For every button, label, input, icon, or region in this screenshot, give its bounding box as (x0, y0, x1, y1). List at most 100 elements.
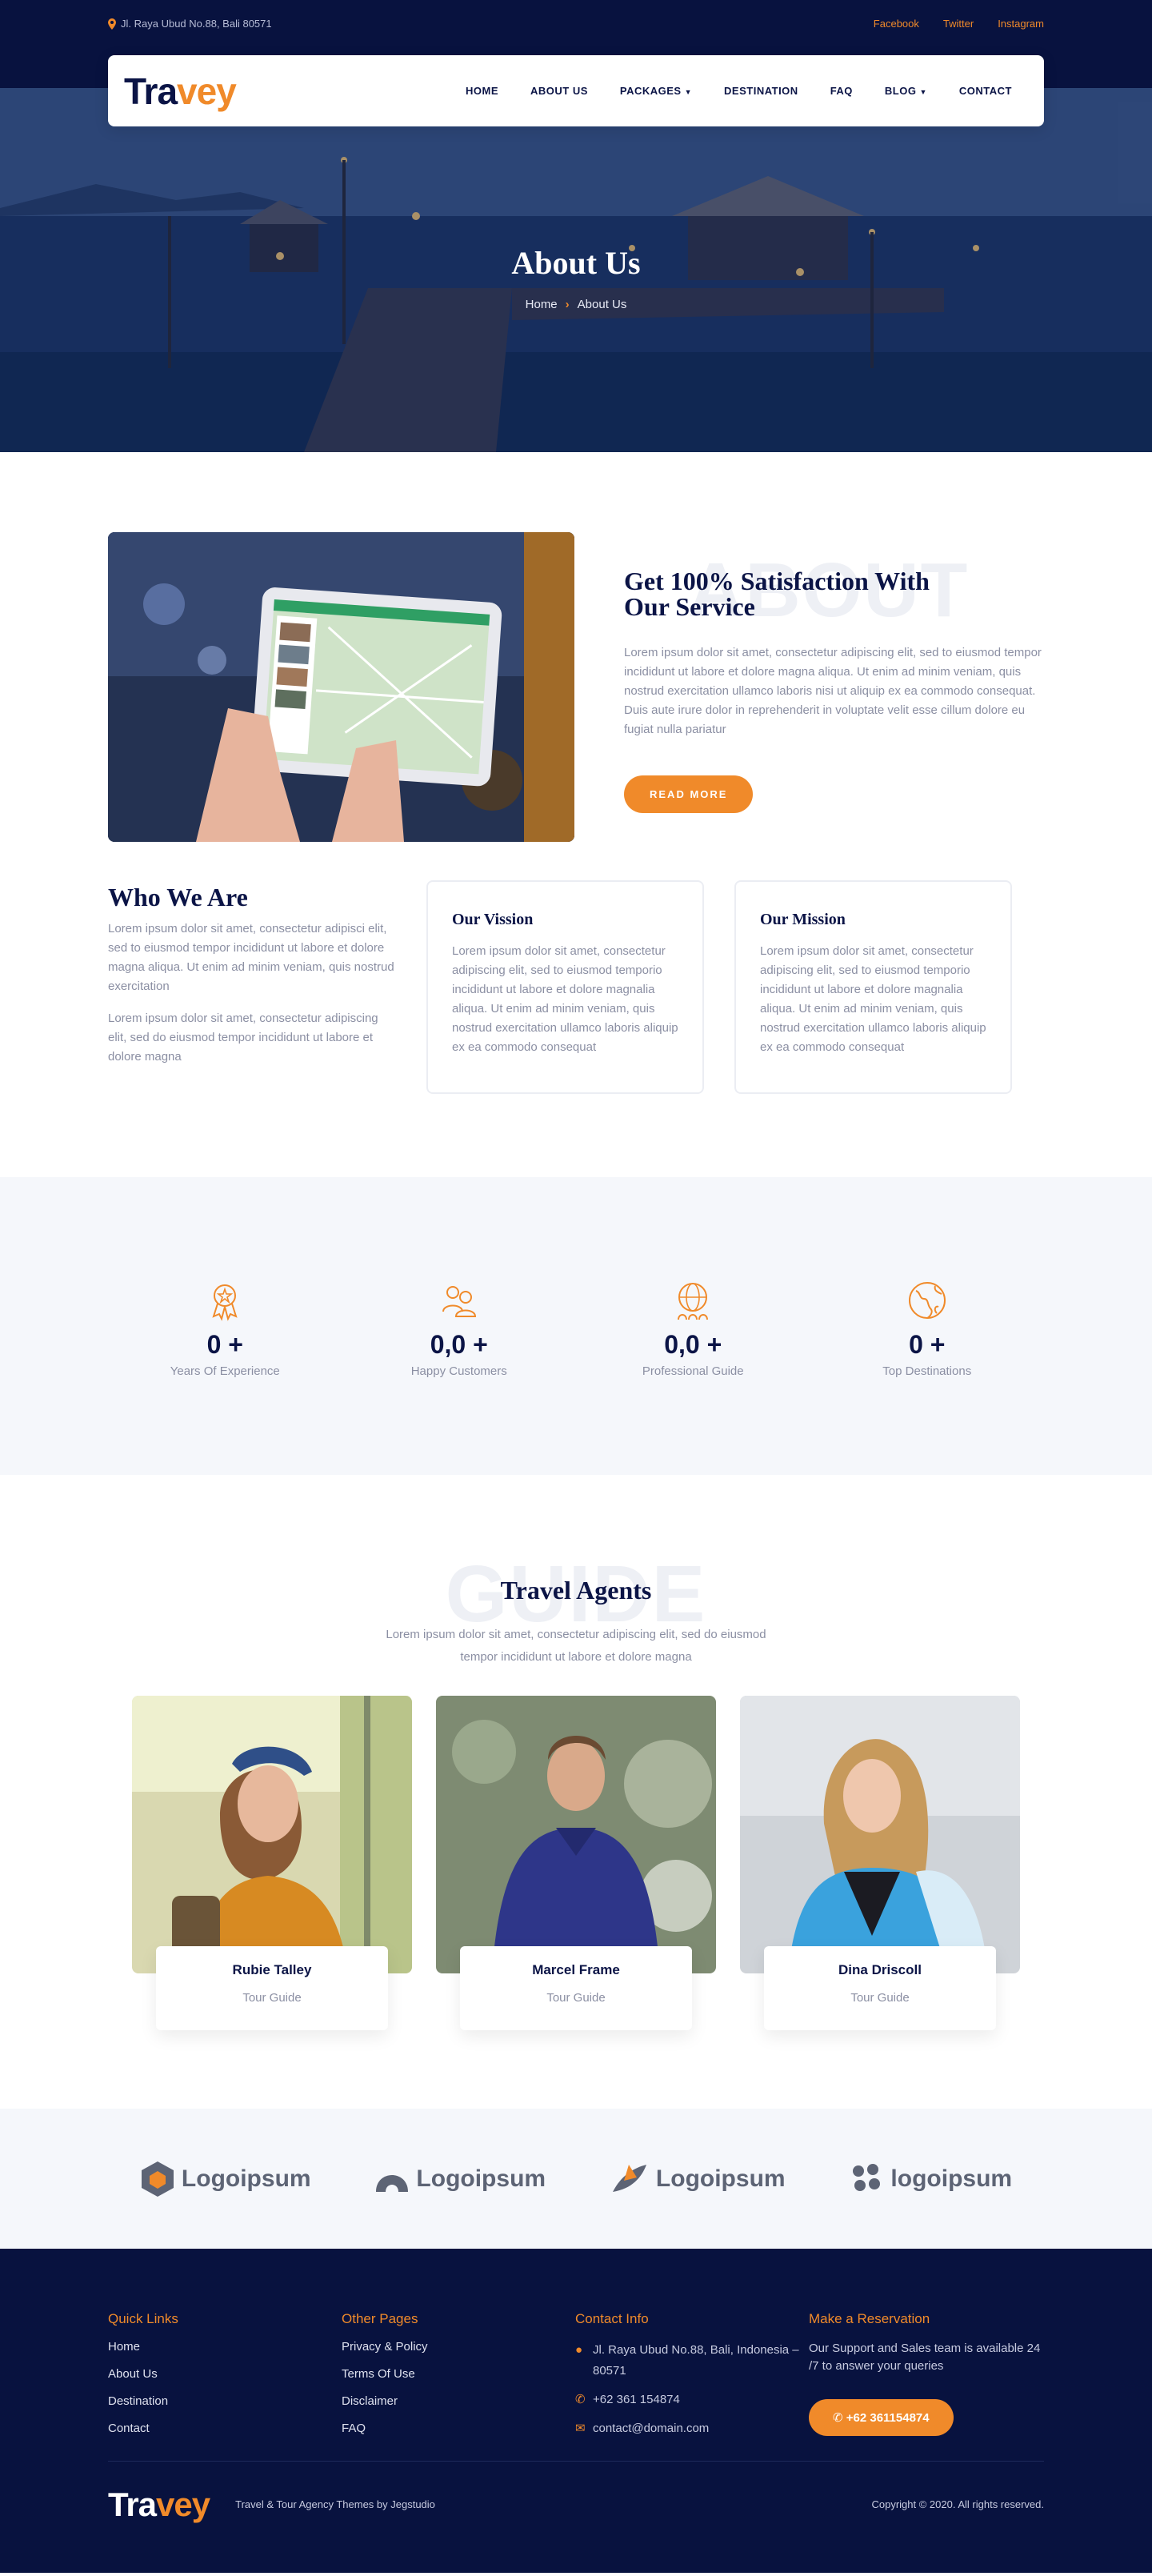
partner-logos: Logoipsum Logoipsum Logoipsum logoipsum (0, 2109, 1152, 2249)
nav-blog[interactable]: BLOG ▼ (885, 85, 927, 97)
globe-people-icon (678, 1283, 709, 1320)
agent-name: Dina Driscoll (838, 1962, 922, 1977)
agent-photo-rubie (132, 1696, 412, 1973)
chevron-down-icon: ▼ (919, 88, 927, 96)
footer-link-destination[interactable]: Destination (108, 2394, 342, 2408)
contact-email-text: contact@domain.com (593, 2422, 710, 2435)
stat-item: 0 + Years Of Experience (133, 1280, 317, 1378)
satisfaction-body: Lorem ipsum dolor sit amet, consectetur … (624, 646, 1042, 736)
agent-role: Tour Guide (546, 1991, 606, 2005)
footer-quick-links: Quick Links Home About Us Destination Co… (108, 2311, 342, 2449)
twitter-link[interactable]: Twitter (943, 18, 974, 30)
partner-logo: Logoipsum (374, 2165, 546, 2193)
agents-title: Travel Agents (500, 1576, 652, 1604)
footer-heading: Other Pages (342, 2311, 418, 2326)
contact-phone[interactable]: ✆ +62 361 154874 (575, 2390, 809, 2410)
agent-card[interactable]: Rubie Talley Tour Guide (132, 1696, 412, 2032)
footer-heading: Make a Reservation (809, 2311, 930, 2326)
customers-icon (442, 1286, 476, 1317)
agent-photo-marcel (436, 1696, 716, 1973)
footer-logo[interactable]: Travey (108, 2486, 210, 2524)
map-pin-icon: ● (575, 2343, 583, 2357)
top-address: Jl. Raya Ubud No.88, Bali 80571 (108, 18, 272, 30)
vision-title: Our Vission (452, 911, 534, 928)
agent-info: Dina Driscoll Tour Guide (764, 1946, 996, 2030)
footer-link-disclaimer[interactable]: Disclaimer (342, 2394, 575, 2408)
satisfaction-title-line2: Our Service (624, 592, 755, 621)
hexagon-logo-icon (141, 2161, 174, 2197)
nav-about-label: ABOUT US (530, 85, 588, 97)
stats-section: 0 + Years Of Experience 0,0 + Happy Cust… (0, 1177, 1152, 1475)
footer-contact-info: Contact Info ● Jl. Raya Ubud No.88, Bali,… (575, 2311, 809, 2449)
nav-contact[interactable]: CONTACT (959, 85, 1012, 97)
nav-faq[interactable]: FAQ (830, 85, 853, 97)
nav-home-label: HOME (466, 85, 498, 97)
logo-accent: vey (177, 70, 237, 112)
reservation-desc: Our Support and Sales team is available … (809, 2342, 1041, 2373)
who-we-are-p2: Lorem ipsum dolor sit amet, consectetur … (108, 1012, 378, 1064)
footer-link-home[interactable]: Home (108, 2340, 342, 2354)
stat-value: 0 + (206, 1330, 243, 1359)
nav-destination[interactable]: DESTINATION (724, 85, 798, 97)
site-logo[interactable]: Travey (124, 70, 237, 113)
stat-item: 0 + Top Destinations (835, 1280, 1019, 1378)
nav-home[interactable]: HOME (466, 85, 498, 97)
partner-logo: Logoipsum (140, 2160, 311, 2198)
agent-photo (132, 1696, 412, 1973)
agent-role: Tour Guide (242, 1991, 302, 2005)
read-more-button[interactable]: READ MORE (624, 775, 754, 813)
footer-other-pages: Other Pages Privacy & Policy Terms Of Us… (342, 2311, 575, 2449)
footer-link-privacy[interactable]: Privacy & Policy (342, 2340, 575, 2354)
phone-icon: ✆ (575, 2393, 586, 2406)
instagram-link[interactable]: Instagram (998, 18, 1044, 30)
nav-faq-label: FAQ (830, 85, 853, 97)
partner-logo: Logoipsum (610, 2160, 786, 2198)
stat-item: 0,0 + Professional Guide (601, 1280, 785, 1378)
who-we-are-row: Who We Are Lorem ipsum dolor sit amet, c… (108, 880, 1044, 1094)
call-button[interactable]: ✆ +62 361154874 (809, 2399, 954, 2436)
satisfaction-title: Get 100% Satisfaction With Our Service (624, 568, 1044, 619)
leaf-logo-icon (612, 2164, 646, 2192)
dots-logo-icon (853, 2163, 881, 2191)
agent-name: Rubie Talley (232, 1962, 312, 1977)
footer-reservation: Make a Reservation Our Support and Sales… (809, 2311, 1042, 2449)
breadcrumb-home[interactable]: Home (526, 298, 558, 311)
address-text: Jl. Raya Ubud No.88, Bali 80571 (121, 18, 272, 30)
logo-main: Tra (124, 70, 178, 112)
agent-photo-dina (740, 1696, 1020, 1973)
agent-card[interactable]: Marcel Frame Tour Guide (436, 1696, 716, 2032)
vision-body: Lorem ipsum dolor sit amet, consectetur … (452, 944, 678, 1054)
satisfaction-title-line1: Get 100% Satisfaction With (624, 567, 930, 595)
who-we-are-intro: Who We Are Lorem ipsum dolor sit amet, c… (108, 880, 396, 1094)
award-icon (212, 1284, 238, 1321)
nav-about-us[interactable]: ABOUT US (530, 85, 588, 97)
nav-packages-label: PACKAGES (619, 85, 682, 97)
about-section: ABOUT Get 100% Satisfaction With Our Serv… (0, 452, 1152, 1094)
footer-link-terms[interactable]: Terms Of Use (342, 2367, 575, 2381)
stat-label: Top Destinations (882, 1364, 972, 1378)
partner-logo-text: Logoipsum (416, 2165, 546, 2192)
mission-body: Lorem ipsum dolor sit amet, consectetur … (760, 944, 986, 1054)
mission-title: Our Mission (760, 911, 846, 928)
nav-packages[interactable]: PACKAGES ▼ (620, 85, 692, 97)
partner-logo: logoipsum (849, 2161, 1012, 2197)
stat-value: 0,0 + (664, 1330, 722, 1359)
contact-email[interactable]: ✉ contact@domain.com (575, 2418, 809, 2439)
footer-link-faq[interactable]: FAQ (342, 2422, 575, 2435)
tablet-map-image (108, 532, 574, 842)
logo-accent: vey (156, 2485, 210, 2523)
footer-link-about[interactable]: About Us (108, 2367, 342, 2381)
facebook-link[interactable]: Facebook (874, 18, 919, 30)
footer-link-contact[interactable]: Contact (108, 2422, 342, 2435)
agents-section: GUIDE Travel Agents Lorem ipsum dolor si… (0, 1475, 1152, 2032)
nav-contact-label: CONTACT (958, 85, 1012, 97)
agent-card[interactable]: Dina Driscoll Tour Guide (740, 1696, 1020, 2032)
site-footer: Quick Links Home About Us Destination Co… (0, 2249, 1152, 2573)
arch-logo-icon (376, 2174, 409, 2192)
partner-logo-text: Logoipsum (655, 2165, 786, 2192)
hero-banner: About Us Home › About Us (0, 88, 1152, 452)
mission-card: Our Mission Lorem ipsum dolor sit amet, … (734, 880, 1012, 1094)
who-we-are-p1: Lorem ipsum dolor sit amet, consectetur … (108, 922, 394, 993)
stat-item: 0,0 + Happy Customers (367, 1280, 551, 1378)
nav-destination-label: DESTINATION (724, 85, 798, 97)
